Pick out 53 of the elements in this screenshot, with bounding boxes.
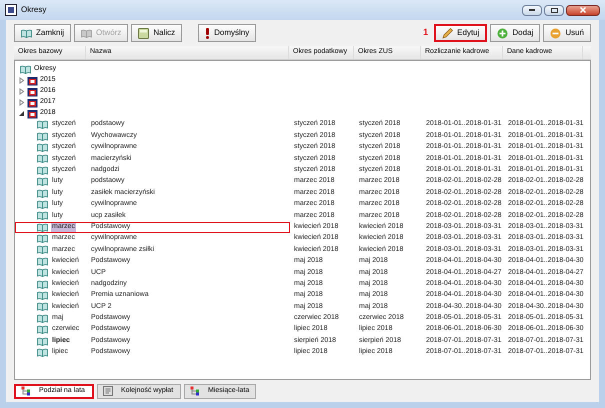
book-icon	[37, 188, 48, 198]
book-icon	[37, 268, 48, 278]
book-icon	[37, 132, 48, 141]
toolbar-button[interactable]: Usuń	[543, 24, 591, 42]
tree-icon	[190, 386, 200, 396]
book-icon	[20, 65, 31, 74]
book-icon	[37, 314, 48, 323]
book-icon	[37, 166, 48, 175]
window-title: Okresy	[21, 4, 46, 16]
minimize-button[interactable]	[522, 4, 542, 16]
collapse-arrow-icon[interactable]	[18, 110, 25, 117]
book-icon	[37, 200, 48, 209]
book-icon	[37, 302, 48, 312]
book-icon	[81, 28, 92, 38]
close-icon	[580, 7, 586, 13]
book-icon	[21, 28, 32, 38]
toolbar-button[interactable]: Domyślny	[198, 24, 256, 42]
close-button[interactable]	[566, 4, 600, 16]
toolbar-button[interactable]: Zamknij	[14, 24, 72, 42]
book-icon	[37, 325, 48, 334]
minus-icon	[550, 28, 562, 38]
calendar-icon	[27, 108, 38, 118]
book-icon	[37, 348, 48, 357]
book-icon	[37, 291, 48, 300]
book-icon	[37, 211, 48, 220]
book-icon	[37, 142, 48, 152]
plus-icon	[497, 28, 508, 38]
book-icon	[37, 280, 48, 289]
toolbar-button[interactable]: Dodaj	[490, 24, 540, 42]
calendar-icon	[27, 98, 38, 108]
step-number: 1	[423, 26, 428, 40]
calculator-icon	[138, 28, 150, 38]
expand-arrow-icon[interactable]	[18, 99, 25, 106]
book-icon	[37, 222, 48, 232]
book-icon	[37, 256, 48, 266]
toolbar-button[interactable]: Nalicz	[131, 24, 182, 42]
toolbar-button[interactable]: Edytuj	[434, 24, 488, 42]
calendar-icon	[27, 76, 38, 86]
exclamation-icon	[205, 28, 210, 38]
tree-icon	[21, 386, 31, 396]
app-icon	[5, 4, 17, 16]
calendar-icon	[27, 86, 38, 96]
maximize-button[interactable]	[544, 4, 564, 16]
book-icon	[37, 336, 48, 346]
book-icon	[37, 234, 48, 244]
book-icon	[37, 245, 48, 254]
pencil-icon	[442, 28, 454, 38]
list-icon	[103, 386, 113, 396]
book-icon	[37, 177, 48, 186]
book-icon	[37, 154, 48, 164]
book-icon	[37, 120, 48, 130]
expand-arrow-icon[interactable]	[18, 88, 25, 95]
expand-arrow-icon[interactable]	[18, 77, 25, 84]
